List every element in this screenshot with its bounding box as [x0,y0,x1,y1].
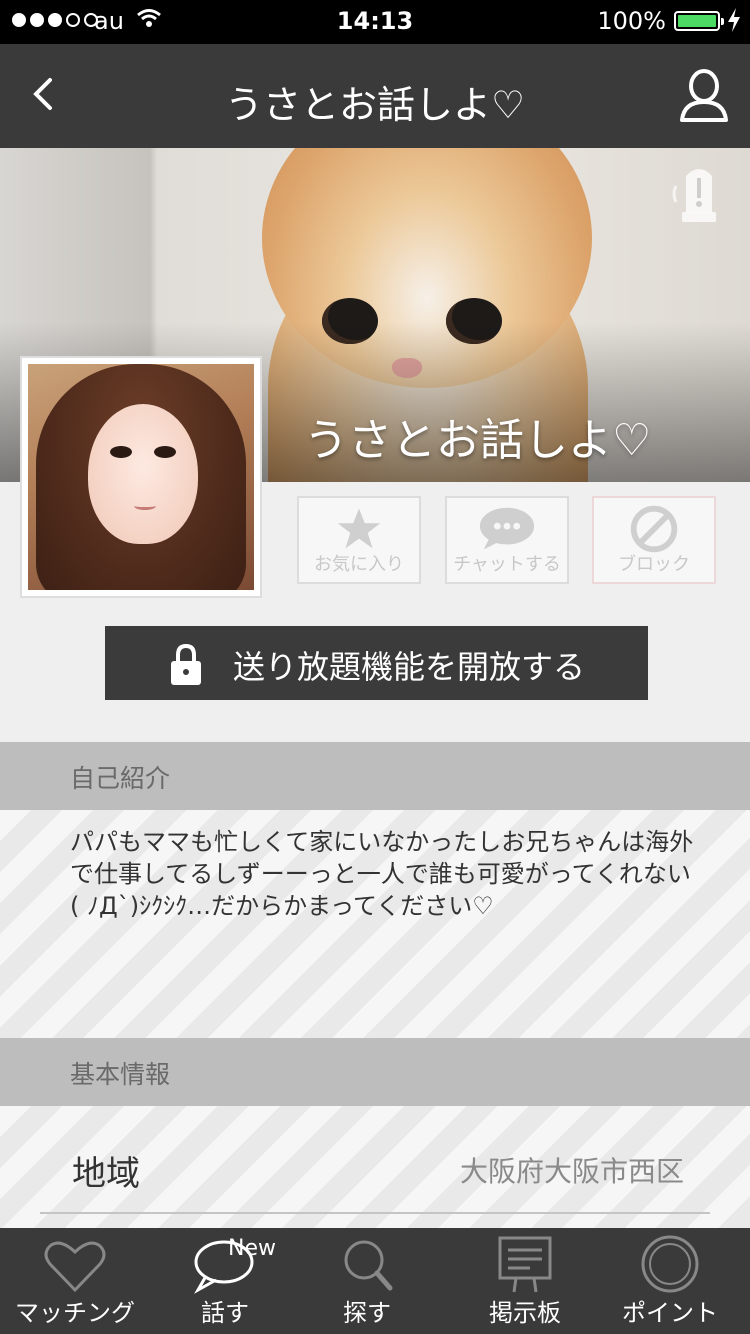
tab-bar: マッチング New 話す 探す 掲示板 ポイント [0,1228,750,1334]
chat-label: チャットする [453,554,561,575]
tab-board[interactable]: 掲示板 [450,1228,600,1334]
tab-point[interactable]: ポイント [595,1228,745,1334]
tab-label: マッチング [15,1299,135,1327]
tab-label: 話す [201,1299,249,1327]
search-icon [344,1240,393,1291]
tab-search[interactable]: 探す [292,1228,442,1334]
tab-label: ポイント [622,1299,718,1327]
new-badge: New [228,1236,276,1261]
alert-icon[interactable] [666,162,732,228]
block-button[interactable]: ブロック [592,496,716,584]
favorite-label: お気に入り [314,554,404,575]
unlock-label: 送り放題機能を開放する [233,648,586,686]
battery-icon [674,11,724,31]
chat-button[interactable]: チャットする [445,496,569,584]
info-row-region: 地域 大阪府大阪市西区 [40,1122,710,1214]
tab-matching[interactable]: マッチング [0,1228,150,1334]
profile-name: うさとお話しよ♡ [304,415,652,466]
status-bar: au 14:13 100% [0,0,750,44]
coin-icon [641,1235,699,1293]
basic-info-section-header: 基本情報 [0,1038,750,1106]
avatar[interactable] [20,356,262,598]
block-icon [630,505,678,553]
info-value: 大阪府大阪市西区 [459,1155,684,1188]
intro-text: パパもママも忙しくて家にいなかったしお兄ちゃんは海外で仕事してるしずーーっと一人… [70,828,694,920]
star-icon [337,508,381,549]
tab-label: 掲示板 [489,1299,561,1327]
tab-label: 探す [343,1299,391,1327]
info-label: 地域 [72,1154,140,1194]
page-title: うさとお話しよ♡ [224,83,526,127]
board-icon [498,1236,552,1293]
user-icon [680,69,728,122]
chat-bubble-icon [479,507,535,550]
heart-icon [44,1241,106,1293]
intro-section-header: 自己紹介 [0,742,750,810]
battery-percent: 100% [597,7,666,35]
charging-icon [728,8,740,32]
profile-button[interactable] [676,68,732,128]
block-label: ブロック [618,554,690,575]
favorite-button[interactable]: お気に入り [297,496,421,584]
unlock-unlimited-button[interactable]: 送り放題機能を開放する [105,626,648,700]
nav-bar: うさとお話しよ♡ [0,44,750,148]
tab-talk[interactable]: New 話す [150,1228,300,1334]
lock-icon [171,643,201,685]
